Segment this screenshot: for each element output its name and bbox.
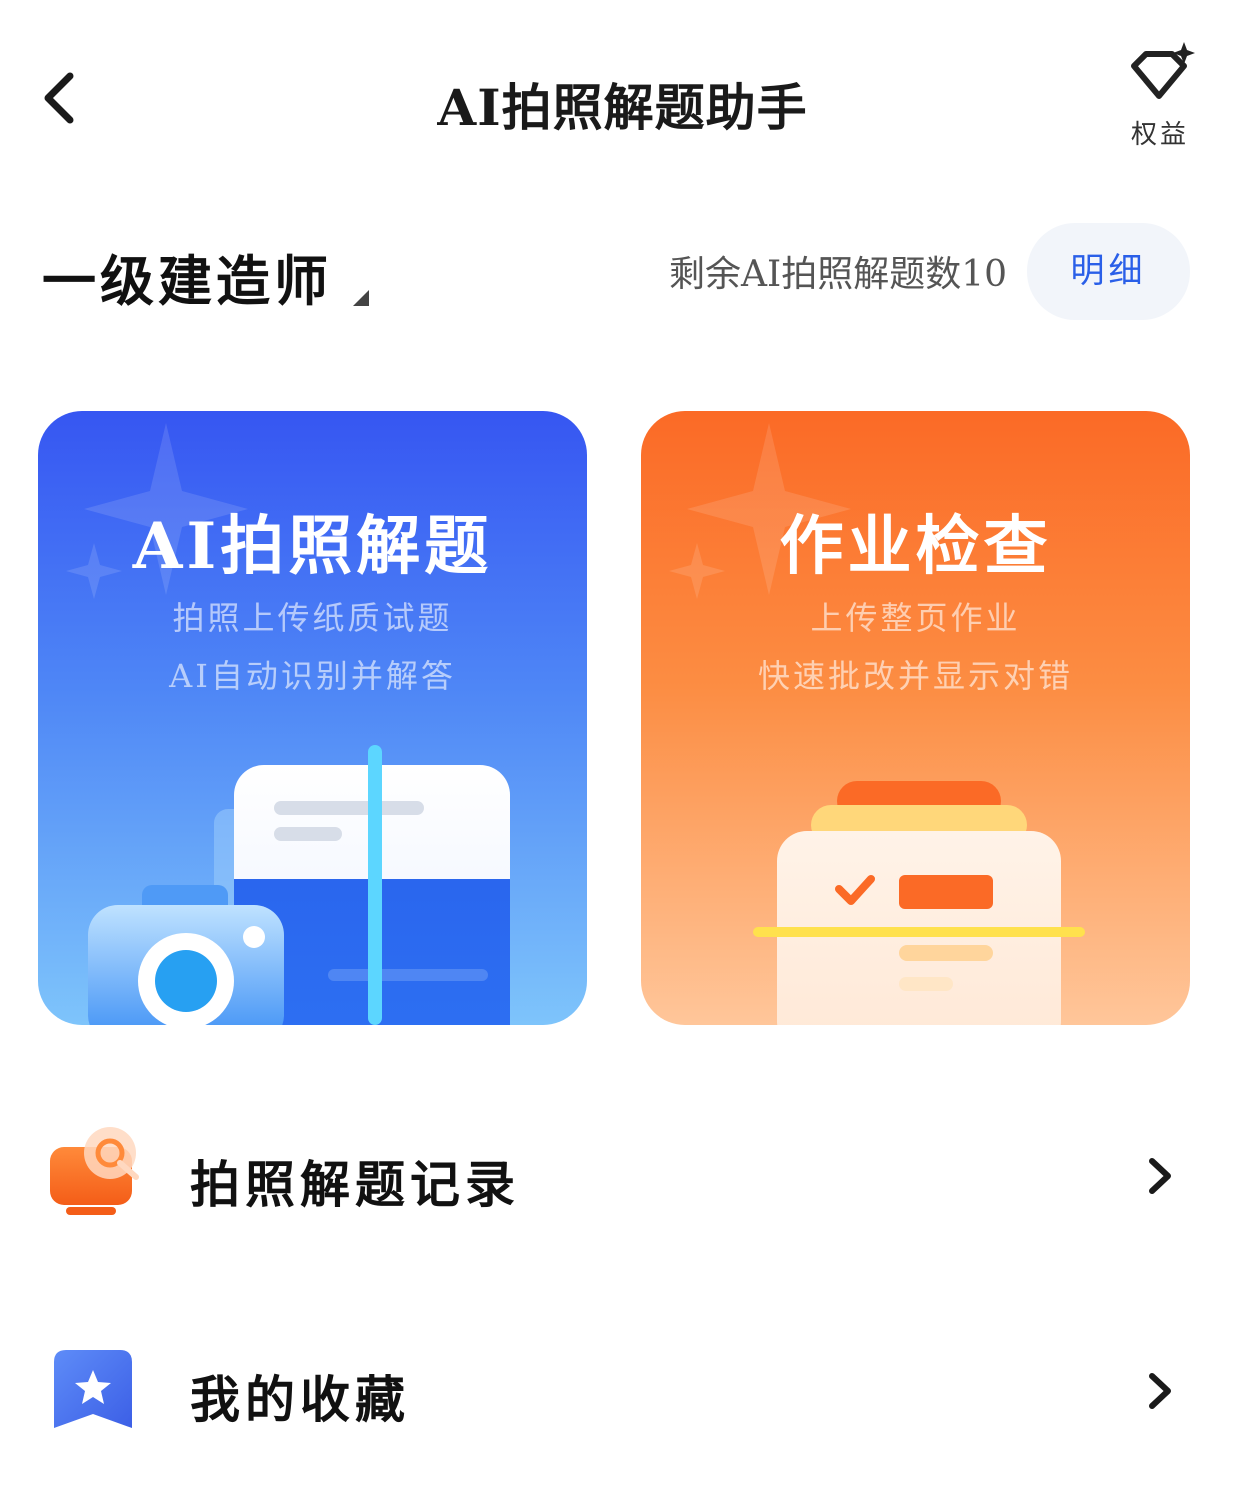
homework-check-desc-1: 上传整页作业 <box>810 599 1021 637</box>
page-title: AI拍照解题助手 <box>437 78 808 137</box>
caret-down-icon <box>353 290 369 306</box>
homework-check-desc-2: 快速批改并显示对错 <box>757 657 1073 695</box>
diamond-sparkle-icon <box>1131 42 1195 99</box>
exam-selector[interactable]: 一级建造师 <box>42 240 370 313</box>
homework-check-card[interactable]: 作业检查 上传整页作业 快速批改并显示对错 <box>641 411 1190 1025</box>
ai-solve-title: AI拍照解题 <box>132 509 493 584</box>
camera-book-illustration <box>88 745 510 1025</box>
favorites-row[interactable]: 我的收藏 <box>0 1320 1245 1460</box>
ai-solve-desc-1: 拍照上传纸质试题 <box>172 599 453 637</box>
exam-name: 一级建造师 <box>42 248 332 313</box>
history-label: 拍照解题记录 <box>190 1155 520 1214</box>
history-row[interactable]: 拍照解题记录 <box>0 1105 1245 1245</box>
chevron-right-icon <box>1149 1158 1171 1194</box>
benefits-button[interactable]: 权益 <box>1115 42 1205 162</box>
ai-solve-desc-2: AI自动识别并解答 <box>169 657 456 695</box>
history-monitor-icon <box>50 1127 139 1215</box>
ai-solve-card[interactable]: AI拍照解题 拍照上传纸质试题 AI自动识别并解答 <box>38 411 587 1025</box>
scanner-paper-illustration <box>753 781 1085 1025</box>
detail-button[interactable]: 明细 <box>1027 223 1190 320</box>
chevron-right-icon <box>1149 1373 1171 1409</box>
favorites-label: 我的收藏 <box>190 1370 410 1429</box>
benefits-label: 权益 <box>1130 120 1189 150</box>
remaining-count: 剩余AI拍照解题数10 <box>668 254 1007 295</box>
bookmark-star-icon <box>54 1350 132 1428</box>
homework-check-title: 作业检查 <box>779 509 1052 584</box>
